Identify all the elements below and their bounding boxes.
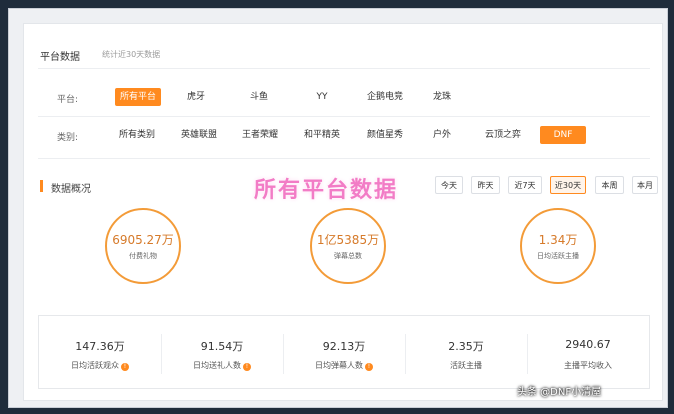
category-tag-honor-of-kings[interactable]: 王者荣耀 [234,126,286,144]
platform-tag-all[interactable]: 所有平台 [115,88,161,106]
metric-caption: 弹幕总数 [334,252,362,260]
panel-title: 平台数据 [40,52,80,63]
metric-value: 1.34万 [538,233,578,247]
section-accent-bar [40,180,43,192]
category-tag-outdoor[interactable]: 户外 [424,126,460,144]
stat-value: 91.54万 [200,340,244,353]
stat-active-streamers: 2.35万 活跃主播 [405,316,527,390]
stat-caption: 日均送礼人数 [193,361,241,370]
platform-tag-longzhu[interactable]: 龙珠 [424,88,460,106]
info-icon[interactable]: ! [243,363,251,371]
stat-caption: 日均弹幕人数 [315,361,363,370]
period-this-month[interactable]: 本月 [632,176,658,194]
category-tag-lol[interactable]: 英雄联盟 [173,126,225,144]
metric-caption: 付费礼物 [129,252,157,260]
category-tag-dnf[interactable]: DNF [540,126,586,144]
platform-tag-penguin[interactable]: 企鹅电竞 [357,88,413,106]
period-30days[interactable]: 近30天 [550,176,586,194]
stat-value: 2.35万 [448,340,484,353]
platform-tag-huya[interactable]: 虎牙 [176,88,216,106]
category-tag-all[interactable]: 所有类别 [112,126,162,144]
platform-tag-yy[interactable]: YY [302,88,342,106]
divider [38,68,650,69]
window-frame: 平台数据 统计近30天数据 平台: 所有平台 虎牙 斗鱼 YY 企鹅电竞 龙珠 … [8,8,668,408]
source-credit: 头条 @DNF小清屋 [517,387,602,398]
stat-caption: 日均活跃观众 [71,361,119,370]
divider [38,158,650,159]
overview-title: 数据概况 [51,184,91,195]
period-7days[interactable]: 近7天 [508,176,542,194]
metric-value: 1亿5385万 [316,233,380,247]
period-yesterday[interactable]: 昨天 [471,176,500,194]
category-filter-label: 类别: [57,133,79,143]
category-tag-showroom[interactable]: 颜值星秀 [359,126,411,144]
watermark-text: 所有平台数据 [254,178,399,203]
stat-caption: 活跃主播 [450,361,482,370]
stats-summary: 147.36万 日均活跃观众! 91.54万 日均送礼人数! 92.13万 日均… [38,315,650,389]
info-icon[interactable]: ! [365,363,373,371]
platform-filter-label: 平台: [57,95,79,105]
category-tag-peacekeeper[interactable]: 和平精英 [296,126,348,144]
stat-value: 147.36万 [75,340,125,353]
divider [38,116,650,117]
stat-daily-gifters: 91.54万 日均送礼人数! [161,316,283,390]
stat-value: 92.13万 [322,340,366,353]
panel-subtitle: 统计近30天数据 [102,50,161,59]
stat-caption: 主播平均收入 [564,361,612,370]
stat-avg-income: 2940.67 主播平均收入 [527,316,649,390]
period-this-week[interactable]: 本周 [595,176,624,194]
stat-value: 2940.67 [565,338,611,351]
metric-circle-danmaku: 1亿5385万 弹幕总数 [310,208,386,284]
metric-circle-streamers: 1.34万 日均活跃主播 [520,208,596,284]
platform-tag-douyu[interactable]: 斗鱼 [239,88,279,106]
stat-daily-danmaku-users: 92.13万 日均弹幕人数! [283,316,405,390]
platform-data-panel: 平台数据 统计近30天数据 平台: 所有平台 虎牙 斗鱼 YY 企鹅电竞 龙珠 … [23,23,663,401]
category-tag-tft[interactable]: 云顶之弈 [475,126,531,144]
stat-daily-viewers: 147.36万 日均活跃观众! [39,316,161,390]
metric-value: 6905.27万 [112,233,174,247]
info-icon[interactable]: ! [121,363,129,371]
metric-caption: 日均活跃主播 [537,252,579,260]
metric-circle-gifts: 6905.27万 付费礼物 [105,208,181,284]
period-today[interactable]: 今天 [435,176,463,194]
